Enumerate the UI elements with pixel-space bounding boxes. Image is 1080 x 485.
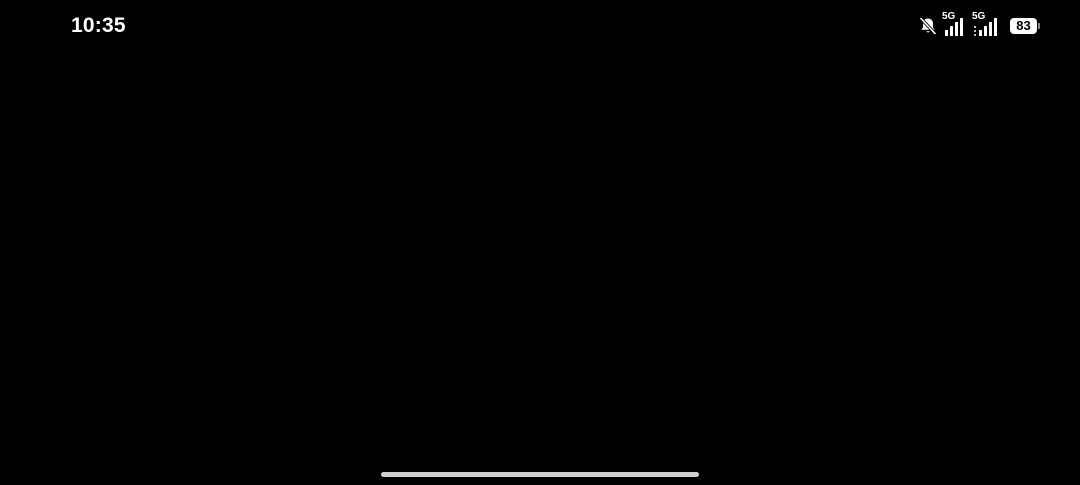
phone-screen: 10:35 5G 5G 83 (0, 0, 1080, 485)
battery-icon: 83 (1010, 18, 1040, 34)
sim1-network-label: 5G (942, 11, 956, 22)
status-icons: 5G 5G 83 (918, 11, 1040, 38)
sim1-signal: 5G (942, 11, 966, 37)
status-bar: 10:35 5G 5G 83 (0, 0, 1080, 54)
home-indicator[interactable] (381, 472, 699, 477)
sim2-network-label: 5G (972, 11, 986, 22)
sim2-signal: 5G (972, 11, 1000, 37)
battery-level: 83 (1016, 18, 1031, 33)
bell-off-icon (918, 16, 938, 36)
battery-body: 83 (1010, 18, 1037, 34)
status-time: 10:35 (71, 14, 126, 37)
battery-tip (1038, 23, 1040, 29)
